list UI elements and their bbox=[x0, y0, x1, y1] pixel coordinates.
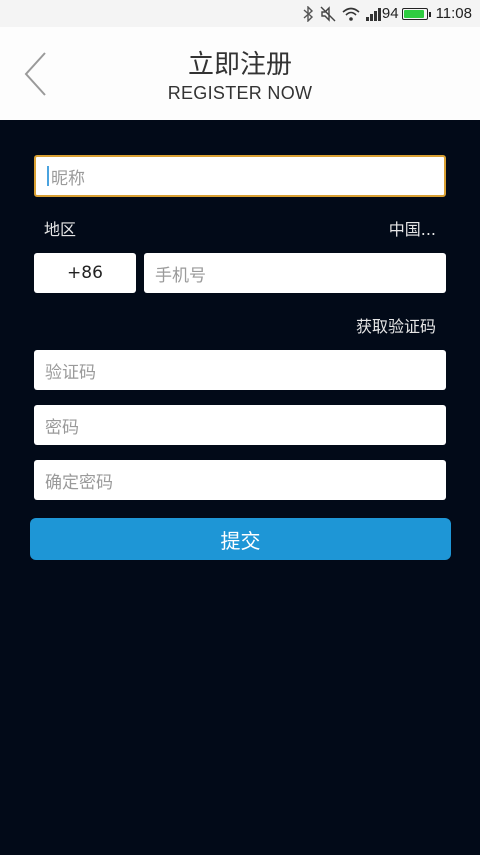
nickname-input[interactable]: 昵称 bbox=[34, 155, 446, 197]
battery-icon bbox=[401, 7, 431, 20]
region-label: 地区 bbox=[44, 220, 77, 239]
phone-placeholder: 手机号 bbox=[155, 265, 206, 286]
verification-code-input[interactable]: 验证码 bbox=[34, 350, 446, 390]
code-placeholder: 验证码 bbox=[45, 362, 96, 383]
password-placeholder: 密码 bbox=[45, 417, 79, 438]
mute-icon bbox=[320, 5, 336, 23]
password-input[interactable]: 密码 bbox=[34, 405, 446, 445]
status-bar: 94 11:08 bbox=[0, 0, 480, 27]
page-subtitle: REGISTER NOW bbox=[167, 83, 313, 103]
battery-level: 94 bbox=[381, 5, 399, 22]
submit-button[interactable]: 提交 bbox=[30, 518, 451, 560]
submit-label: 提交 bbox=[220, 528, 261, 553]
region-selector[interactable]: 中国... bbox=[389, 216, 436, 240]
nickname-placeholder: 昵称 bbox=[51, 168, 85, 189]
page-title: 立即注册 bbox=[187, 50, 292, 80]
signal-icon bbox=[365, 5, 382, 23]
country-code-value: +86 bbox=[67, 263, 103, 283]
get-code-button[interactable]: 获取验证码 bbox=[356, 313, 436, 337]
confirm-password-placeholder: 确定密码 bbox=[45, 472, 113, 493]
header: 立即注册 REGISTER NOW bbox=[0, 27, 480, 120]
bluetooth-icon bbox=[302, 5, 314, 23]
phone-input[interactable]: 手机号 bbox=[144, 253, 446, 293]
text-caret bbox=[47, 166, 49, 186]
wifi-icon bbox=[342, 5, 360, 23]
clock: 11:08 bbox=[435, 5, 472, 22]
confirm-password-input[interactable]: 确定密码 bbox=[34, 460, 446, 500]
country-code-selector[interactable]: +86 bbox=[34, 253, 136, 293]
